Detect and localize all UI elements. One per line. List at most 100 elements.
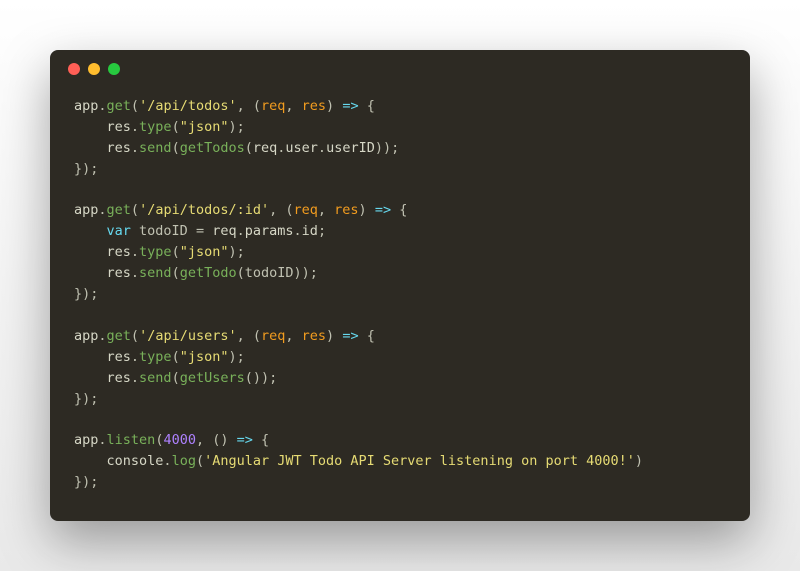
- code-token: , (: [237, 98, 261, 114]
- code-token: =: [188, 223, 212, 239]
- code-token: send: [139, 265, 172, 281]
- maximize-dot-icon[interactable]: [108, 63, 120, 75]
- code-token: (): [245, 370, 261, 386]
- code-token: {: [359, 328, 375, 344]
- code-token: .: [294, 223, 302, 239]
- code-token: type: [139, 119, 172, 135]
- code-token: "json": [180, 244, 229, 260]
- code-token: (: [172, 349, 180, 365]
- code-token: app: [74, 432, 98, 448]
- code-token: app: [74, 202, 98, 218]
- code-token: getTodos: [180, 140, 245, 156]
- code-token: send: [139, 370, 172, 386]
- code-token: req: [294, 202, 318, 218]
- code-block: app.get('/api/todos', (req, res) => { re…: [50, 88, 750, 522]
- code-token: [74, 265, 107, 281]
- code-token: [74, 119, 107, 135]
- code-token: ));: [375, 140, 399, 156]
- code-token: getUsers: [180, 370, 245, 386]
- code-token: todoID: [245, 265, 294, 281]
- code-token: =>: [375, 202, 391, 218]
- code-token: =>: [237, 432, 253, 448]
- code-token: params: [245, 223, 294, 239]
- code-token: type: [139, 244, 172, 260]
- code-token: '/api/users': [139, 328, 237, 344]
- window-titlebar: [50, 50, 750, 88]
- code-token: , (): [196, 432, 237, 448]
- code-token: (: [172, 370, 180, 386]
- code-token: .: [318, 140, 326, 156]
- code-token: (: [237, 265, 245, 281]
- code-token: res: [107, 265, 131, 281]
- code-token: req: [212, 223, 236, 239]
- code-token: [74, 349, 107, 365]
- code-token: app: [74, 328, 98, 344]
- code-token: get: [107, 202, 131, 218]
- code-token: {: [253, 432, 269, 448]
- code-token: (: [172, 140, 180, 156]
- code-token: [74, 244, 107, 260]
- code-token: .: [98, 202, 106, 218]
- code-token: , (: [269, 202, 293, 218]
- code-token: );: [228, 119, 244, 135]
- code-token: });: [74, 474, 98, 490]
- code-token: (: [196, 453, 204, 469]
- code-token: todoID: [139, 223, 188, 239]
- code-token: app: [74, 98, 98, 114]
- code-window: app.get('/api/todos', (req, res) => { re…: [50, 50, 750, 522]
- code-token: type: [139, 349, 172, 365]
- code-token: getTodo: [180, 265, 237, 281]
- code-token: .: [163, 453, 171, 469]
- code-token: .: [131, 349, 139, 365]
- code-token: .: [131, 370, 139, 386]
- code-token: .: [237, 223, 245, 239]
- code-token: listen: [107, 432, 156, 448]
- code-token: res: [107, 119, 131, 135]
- code-token: .: [131, 140, 139, 156]
- code-token: .: [98, 432, 106, 448]
- code-token: ,: [318, 202, 334, 218]
- code-token: req: [261, 98, 285, 114]
- code-token: ,: [285, 98, 301, 114]
- code-token: =>: [342, 98, 358, 114]
- code-token: });: [74, 161, 98, 177]
- code-token: get: [107, 98, 131, 114]
- code-token: ,: [285, 328, 301, 344]
- code-token: req: [253, 140, 277, 156]
- code-token: .: [131, 244, 139, 260]
- code-token: log: [172, 453, 196, 469]
- code-token: "json": [180, 349, 229, 365]
- code-token: (: [172, 244, 180, 260]
- code-token: ): [635, 453, 643, 469]
- code-token: {: [359, 98, 375, 114]
- code-token: .: [98, 328, 106, 344]
- code-token: [131, 223, 139, 239]
- code-token: res: [334, 202, 358, 218]
- minimize-dot-icon[interactable]: [88, 63, 100, 75]
- code-token: res: [302, 98, 326, 114]
- code-token: '/api/todos/:id': [139, 202, 269, 218]
- code-token: '/api/todos': [139, 98, 237, 114]
- code-token: 'Angular JWT Todo API Server listening o…: [204, 453, 635, 469]
- code-token: send: [139, 140, 172, 156]
- code-token: "json": [180, 119, 229, 135]
- code-token: ): [326, 328, 342, 344]
- code-token: user: [285, 140, 318, 156]
- code-token: res: [107, 244, 131, 260]
- code-token: res: [107, 140, 131, 156]
- code-token: get: [107, 328, 131, 344]
- close-dot-icon[interactable]: [68, 63, 80, 75]
- code-token: [74, 370, 107, 386]
- code-token: userID: [326, 140, 375, 156]
- code-token: ): [359, 202, 375, 218]
- code-token: req: [261, 328, 285, 344]
- code-token: res: [302, 328, 326, 344]
- code-token: res: [107, 349, 131, 365]
- code-token: (: [172, 265, 180, 281]
- code-token: id: [302, 223, 318, 239]
- code-token: });: [74, 286, 98, 302]
- code-token: , (: [237, 328, 261, 344]
- code-token: var: [107, 223, 131, 239]
- code-token: 4000: [163, 432, 196, 448]
- code-token: (: [131, 98, 139, 114]
